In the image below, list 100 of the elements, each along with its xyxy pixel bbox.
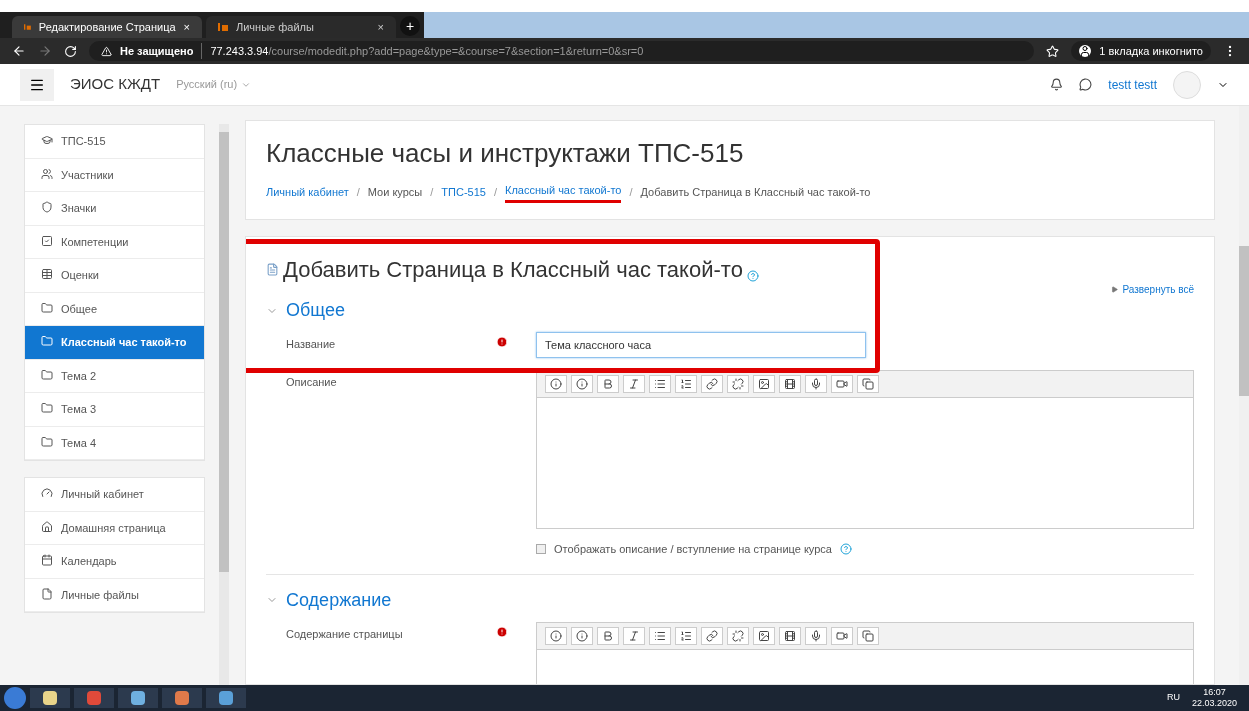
messages-icon[interactable] (1079, 78, 1093, 91)
field-label: Описание (285, 375, 338, 390)
sidebar-item[interactable]: Календарь (25, 545, 204, 579)
copy-icon[interactable] (862, 629, 874, 642)
sidebar-item-label: Тема 3 (61, 402, 97, 417)
tab-title: Редактирование Страница (38, 19, 176, 35)
editor-field[interactable] (536, 370, 1194, 529)
notification-bell-icon[interactable] (1050, 78, 1064, 91)
user-name[interactable]: testt testt (1108, 75, 1157, 94)
microphone-icon[interactable] (810, 378, 822, 390)
video-icon[interactable] (836, 378, 848, 390)
unlink-icon[interactable] (732, 378, 744, 390)
media-icon[interactable] (784, 629, 796, 642)
tab-close-button[interactable]: × (377, 18, 384, 36)
sidebar-item[interactable]: Личные файлы (25, 578, 204, 612)
site-favicon-icon (24, 23, 31, 31)
sidebar-item-icon (41, 587, 53, 600)
bullet-list-icon[interactable] (654, 378, 666, 390)
menu-button[interactable] (20, 68, 54, 101)
field-label: Содержание страницы (285, 626, 404, 642)
page-scrollbar[interactable] (1239, 106, 1249, 685)
sidebar-item-label: Календарь (61, 554, 117, 569)
name-input[interactable]: Тема классного часа (536, 332, 866, 358)
microphone-icon[interactable] (810, 629, 822, 642)
sidebar-item[interactable]: Классный час такой-то (25, 326, 204, 360)
sidebar-item-icon (41, 234, 53, 247)
sidebar-item-label: Значки (61, 201, 97, 216)
breadcrumb-text: Мои курсы (367, 185, 423, 200)
incognito-icon (1079, 45, 1092, 57)
italic-icon[interactable] (628, 629, 640, 642)
keyboard-language[interactable]: RU (1166, 691, 1180, 705)
browser-tab[interactable]: Личные файлы × (206, 16, 396, 38)
italic-icon[interactable] (628, 378, 640, 390)
image-icon[interactable] (758, 378, 770, 390)
sidebar-item-label: Компетенции (61, 234, 129, 250)
taskbar-app-icon[interactable] (30, 688, 70, 708)
site-brand[interactable]: ЭИОС КЖДТ (70, 73, 161, 96)
start-button-icon[interactable] (4, 687, 26, 709)
warning-icon (101, 45, 112, 57)
forward-icon[interactable] (38, 44, 52, 58)
new-tab-button[interactable]: + (400, 16, 420, 36)
numbered-list-icon[interactable] (680, 378, 692, 390)
breadcrumb-link[interactable]: ТПС-515 (441, 184, 486, 201)
sidebar-item[interactable]: Компетенции (25, 225, 204, 259)
sidebar-item[interactable]: Тема 4 (25, 426, 204, 460)
breadcrumb-separator: / (356, 185, 360, 200)
incognito-label: 1 вкладка инкогнито (1099, 43, 1203, 59)
unlink-icon[interactable] (732, 629, 744, 642)
taskbar-app-icon[interactable] (206, 688, 246, 708)
sidebar-item[interactable]: Оценки (25, 259, 204, 293)
copy-icon[interactable] (862, 378, 874, 390)
sidebar-item[interactable]: Тема 3 (25, 393, 204, 427)
sidebar-item-icon (41, 268, 53, 280)
sidebar-item[interactable]: Личный кабинет (25, 478, 204, 512)
reload-icon[interactable] (64, 44, 77, 58)
media-icon[interactable] (784, 378, 796, 390)
page-icon (266, 263, 279, 276)
breadcrumb-separator: / (430, 185, 434, 200)
section-toggle[interactable]: Содержание (266, 586, 1194, 614)
tab-close-button[interactable]: × (183, 18, 190, 36)
bold-icon[interactable] (602, 378, 614, 390)
breadcrumb-link[interactable]: Личный кабинет (266, 184, 349, 201)
image-icon[interactable] (758, 629, 770, 642)
sidebar-item-label: Участники (61, 167, 114, 183)
back-icon[interactable] (12, 44, 26, 58)
site-favicon-icon (218, 23, 228, 31)
breadcrumb-link[interactable]: Классный час такой-то (505, 181, 622, 203)
sidebar-item[interactable]: Участники (25, 158, 204, 192)
address-bar[interactable]: Не защищено 77.243.3.94/course/modedit.php?add=page&type=&course=7&section=1&return=0&sr=0 (89, 41, 1035, 61)
sidebar-item-label: Общее (61, 301, 98, 317)
taskbar-app-icon[interactable] (118, 688, 158, 708)
sidebar-item[interactable]: ТПС-515 (25, 125, 204, 159)
sidebar-item-label: Оценки (61, 268, 99, 283)
sidebar-scrollbar[interactable] (219, 124, 229, 685)
breadcrumb-separator: / (629, 185, 633, 200)
incognito-badge[interactable]: 1 вкладка инкогнито (1071, 41, 1211, 61)
sidebar-item[interactable]: Домашняя страница (25, 511, 204, 545)
sidebar-item-icon (41, 167, 53, 180)
form-heading: Добавить Страница в Классный час такой-то (283, 256, 743, 284)
sidebar-item-icon (41, 554, 53, 566)
link-icon[interactable] (706, 629, 718, 642)
bullet-list-icon[interactable] (654, 629, 666, 642)
expand-all-link[interactable]: Развернуть всё (1111, 282, 1194, 297)
link-icon[interactable] (706, 378, 718, 390)
numbered-list-icon[interactable] (680, 629, 692, 642)
triangle-icon (1111, 286, 1119, 293)
sidebar-item-icon (41, 435, 53, 448)
sidebar-item-icon (41, 487, 53, 499)
video-icon[interactable] (836, 629, 848, 642)
taskbar-app-icon[interactable] (162, 688, 202, 708)
checkbox[interactable] (536, 544, 546, 555)
breadcrumb-separator: / (493, 185, 497, 200)
browser-tab[interactable]: Редактирование Страница × (12, 16, 202, 38)
sidebar-item-icon (41, 368, 53, 381)
sidebar-item[interactable]: Значки (25, 192, 204, 226)
sidebar-item[interactable]: Тема 2 (25, 359, 204, 393)
bookmark-star-icon[interactable] (1046, 44, 1060, 58)
sidebar-item-label: Домашняя страница (61, 520, 166, 536)
section-toggle[interactable]: Общее (266, 297, 1194, 324)
bold-icon[interactable] (602, 629, 614, 642)
